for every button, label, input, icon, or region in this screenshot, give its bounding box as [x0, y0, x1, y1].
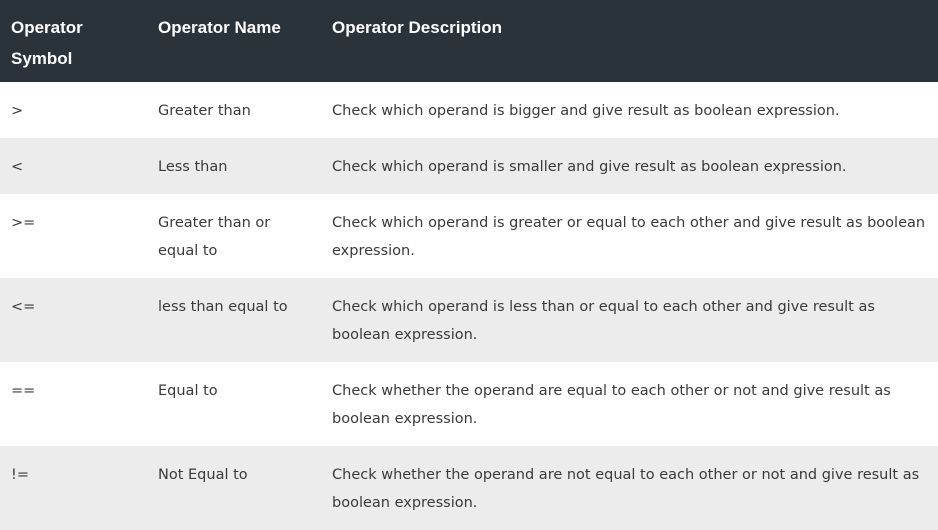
- table-header: Operator Symbol Operator Name Operator D…: [0, 0, 938, 82]
- table-row: <= less than equal to Check which operan…: [0, 278, 938, 362]
- table-body: > Greater than Check which operand is bi…: [0, 82, 938, 530]
- cell-description: Check whether the operand are equal to e…: [332, 383, 891, 427]
- header-symbol-line1: Operator: [11, 18, 83, 37]
- cell-symbol: >: [11, 103, 24, 119]
- cell-description: Check which operand is bigger and give r…: [332, 103, 840, 119]
- cell-name: less than equal to: [158, 299, 288, 315]
- cell-symbol: !=: [11, 467, 29, 483]
- table-row: >= Greater than or equal to Check which …: [0, 194, 938, 278]
- table-row: == Equal to Check whether the operand ar…: [0, 362, 938, 446]
- table-row: != Not Equal to Check whether the operan…: [0, 446, 938, 530]
- cell-symbol: <: [11, 159, 24, 175]
- header-row: Operator Symbol Operator Name Operator D…: [0, 0, 938, 82]
- cell-name: Less than: [158, 159, 228, 175]
- table-row: < Less than Check which operand is small…: [0, 138, 938, 194]
- header-operator-symbol: Operator Symbol: [0, 0, 147, 82]
- cell-description: Check which operand is less than or equa…: [332, 299, 875, 343]
- cell-description: Check whether the operand are not equal …: [332, 467, 920, 511]
- header-operator-name: Operator Name: [158, 18, 281, 37]
- cell-symbol: >=: [11, 215, 36, 231]
- cell-name: Equal to: [158, 383, 218, 399]
- cell-description: Check which operand is smaller and give …: [332, 159, 847, 175]
- operators-table: Operator Symbol Operator Name Operator D…: [0, 0, 938, 530]
- cell-symbol: ==: [11, 383, 36, 399]
- header-operator-description: Operator Description: [332, 18, 503, 37]
- table-row: > Greater than Check which operand is bi…: [0, 82, 938, 138]
- cell-description: Check which operand is greater or equal …: [332, 215, 926, 259]
- cell-name: Greater than: [158, 103, 251, 119]
- cell-name: Not Equal to: [158, 467, 248, 483]
- cell-symbol: <=: [11, 299, 36, 315]
- header-symbol-line2: Symbol: [11, 49, 73, 68]
- cell-name: Greater than or equal to: [158, 215, 271, 259]
